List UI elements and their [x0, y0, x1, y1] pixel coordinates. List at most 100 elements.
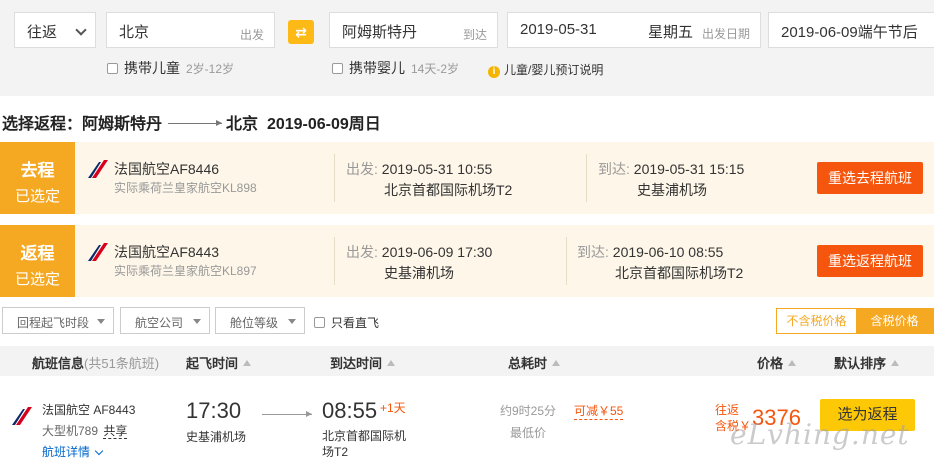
- result-depart-time: 17:30: [186, 398, 242, 423]
- lowest-price-tag: 最低价: [510, 426, 547, 440]
- badge-status: 已选定: [14, 271, 60, 288]
- sort-icon: [387, 360, 396, 366]
- booking-note-link[interactable]: i 儿童/婴儿预订说明: [488, 61, 603, 78]
- sort-default[interactable]: 默认排序: [834, 353, 900, 372]
- flight-detail-link[interactable]: 航班详情: [42, 443, 104, 460]
- outbound-airline: 法国航空AF8446: [114, 161, 220, 177]
- result-depart-airport: 史基浦机场: [186, 430, 247, 444]
- arrive-time: 2019-05-31 15:15: [633, 161, 745, 177]
- direct-only-option[interactable]: 只看直飞: [314, 314, 379, 331]
- to-city-value: 阿姆斯特丹: [342, 24, 418, 41]
- arrive-label: 到达:: [577, 244, 609, 260]
- infant-label: 携带婴儿: [349, 60, 405, 76]
- direct-only-label: 只看直飞: [331, 316, 380, 330]
- return-operated-by: 实际乘荷兰皇家航空KL897: [114, 264, 257, 278]
- depart-date-input[interactable]: 2019-05-31 星期五 出发日期: [507, 12, 761, 48]
- title-date: 2019-06-09周日: [266, 116, 381, 133]
- price-line1: 往返: [715, 403, 740, 417]
- filter-cabin[interactable]: 舱位等级: [215, 307, 305, 334]
- swap-arrows-icon[interactable]: ⇄: [288, 20, 314, 44]
- title-prefix: 选择返程：: [2, 116, 83, 133]
- sort-price[interactable]: 价格: [757, 353, 797, 372]
- filter-airline[interactable]: 航空公司: [120, 307, 210, 334]
- result-arrive-time: 08:55: [322, 398, 378, 423]
- divider: [334, 237, 335, 285]
- info-icon: i: [488, 66, 500, 78]
- child-checkbox[interactable]: [107, 63, 118, 74]
- from-city-tag: 出发: [239, 28, 264, 42]
- title-to: 北京: [226, 116, 259, 133]
- depart-label: 出发:: [346, 161, 378, 177]
- price-incl-tax-tab[interactable]: 含税价格: [856, 309, 933, 333]
- chevron-down-icon: [75, 24, 87, 36]
- price-excl-tax-tab[interactable]: 不含税价格: [777, 309, 856, 333]
- col-flight-info: 航班信息(共51条航班): [32, 353, 159, 372]
- return-depart: 出发: 2019-06-09 17:30: [346, 242, 492, 262]
- watermark: eLvhing.net: [730, 418, 910, 451]
- sort-arrive-time[interactable]: 到达时间: [330, 353, 396, 372]
- infant-option[interactable]: 携带婴儿 14天-2岁: [332, 58, 459, 78]
- return-arrive-airport: 北京首都国际机场T2: [615, 265, 744, 281]
- to-city-input[interactable]: 阿姆斯特丹 到达: [329, 12, 498, 48]
- child-option[interactable]: 携带儿童 2岁-12岁: [107, 58, 234, 78]
- sort-depart-time[interactable]: 起飞时间: [186, 353, 252, 372]
- trip-type-select[interactable]: 往返: [14, 12, 96, 48]
- selected-outbound-row: 去程 已选定 法国航空AF8446 实际乘荷兰皇家航空KL898 出发: 201…: [0, 142, 934, 214]
- to-city-tag: 到达: [462, 28, 487, 42]
- air-france-logo-icon: [12, 407, 32, 425]
- divider: [586, 154, 587, 202]
- chevron-down-icon: [94, 446, 104, 456]
- sort-icon: [552, 360, 561, 366]
- search-bar: 往返 北京 出发 ⇄ 阿姆斯特丹 到达 2019-05-31 星期五 出发日期 …: [0, 0, 934, 96]
- reselect-return-button[interactable]: 重选返程航班: [817, 245, 923, 277]
- filter-return-time[interactable]: 回程起飞时段: [2, 307, 114, 334]
- sort-icon: [788, 360, 797, 366]
- air-france-logo-icon: [88, 160, 108, 178]
- selected-return-row: 返程 已选定 法国航空AF8443 实际乘荷兰皇家航空KL897 出发: 201…: [0, 225, 934, 297]
- arrive-label: 到达:: [598, 161, 630, 177]
- arrow-right-icon: [168, 120, 223, 126]
- codeshare-link[interactable]: 共享: [103, 424, 128, 439]
- return-airline: 法国航空AF8443: [114, 244, 220, 260]
- infant-checkbox[interactable]: [332, 63, 343, 74]
- depart-time: 2019-05-31 10:55: [381, 161, 493, 177]
- direct-only-checkbox[interactable]: [314, 317, 325, 328]
- depart-date-value: 2019-05-31: [520, 21, 597, 38]
- detail-label: 航班详情: [42, 445, 91, 459]
- sort-icon: [243, 360, 252, 366]
- outbound-badge: 去程 已选定: [0, 142, 75, 214]
- col-label: 航班信息: [32, 356, 85, 371]
- child-hint: 2岁-12岁: [186, 62, 235, 76]
- col-label: 默认排序: [834, 356, 887, 371]
- discount-tag[interactable]: 可减￥55: [574, 402, 624, 420]
- outbound-depart: 出发: 2019-05-31 10:55: [346, 159, 492, 179]
- sort-icon: [891, 360, 900, 366]
- results-header: 航班信息(共51条航班) 起飞时间 到达时间 总耗时 价格 默认排序: [0, 346, 934, 376]
- return-date-value: 2019-06-09端午节后: [781, 24, 918, 41]
- result-arrive-airport: 北京首都国际机场T2: [322, 429, 407, 459]
- price-tax-toggle: 不含税价格 含税价格: [776, 308, 934, 334]
- return-depart-airport: 史基浦机场: [384, 265, 454, 281]
- air-france-logo-icon: [88, 243, 108, 261]
- booking-note-text: 儿童/婴儿预订说明: [504, 63, 604, 77]
- col-label: 价格: [757, 356, 784, 371]
- outbound-arrive-airport: 史基浦机场: [637, 182, 707, 198]
- return-badge: 返程 已选定: [0, 225, 75, 297]
- caret-down-icon: [97, 319, 105, 324]
- filter-label: 舱位等级: [230, 316, 279, 330]
- divider: [334, 154, 335, 202]
- caret-down-icon: [288, 319, 296, 324]
- caret-down-icon: [193, 319, 201, 324]
- depart-label: 出发:: [346, 244, 378, 260]
- badge-status: 已选定: [14, 188, 60, 205]
- reselect-outbound-button[interactable]: 重选去程航班: [817, 162, 923, 194]
- flight-count: (共51条航班): [84, 356, 160, 371]
- sort-duration[interactable]: 总耗时: [508, 353, 561, 372]
- result-duration: 约9时25分: [500, 404, 557, 418]
- return-date-input[interactable]: 2019-06-09端午节后: [768, 12, 934, 48]
- badge-title: 去程: [20, 161, 55, 180]
- infant-hint: 14天-2岁: [411, 62, 460, 76]
- from-city-input[interactable]: 北京 出发: [106, 12, 275, 48]
- col-label: 总耗时: [508, 356, 548, 371]
- aircraft-type: 大型机789: [42, 424, 99, 438]
